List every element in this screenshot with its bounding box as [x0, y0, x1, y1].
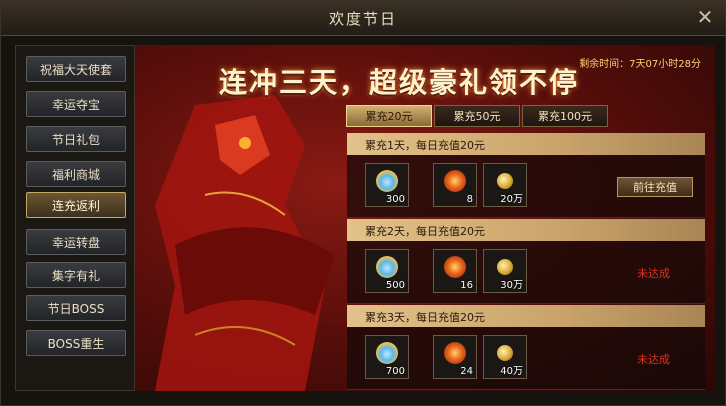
item-count: 700	[385, 366, 405, 377]
hero-illustration	[155, 95, 335, 391]
reward-row-day3: 累充3天，每日充值20元 700 24 40万 未达成	[347, 305, 705, 390]
item-count: 8	[466, 194, 473, 205]
cloud-icon	[376, 256, 398, 278]
sidebar-item-holiday-pack[interactable]: 节日礼包	[26, 126, 126, 152]
item-count: 30万	[500, 280, 523, 291]
cloud-icon	[376, 342, 398, 364]
reward-row-body: 700 24 40万 未达成	[347, 327, 705, 390]
reward-row-header: 累充2天，每日充值20元	[347, 219, 705, 241]
item-count: 40万	[500, 366, 523, 377]
item-count: 20万	[500, 194, 523, 205]
reward-row-body: 300 8 20万 前往充值	[347, 155, 705, 218]
coin-icon	[497, 259, 513, 275]
sidebar-item-holiday-boss[interactable]: 节日BOSS	[26, 295, 126, 321]
leaf-icon	[444, 170, 466, 192]
sidebar-item-lucky-wheel[interactable]: 幸运转盘	[26, 229, 126, 255]
reward-item-slot[interactable]: 24	[433, 335, 477, 379]
reward-item-slot[interactable]: 30万	[483, 249, 527, 293]
main-panel: 剩余时间：7天07小时28分 连冲三天，超级豪礼领不停 累充20元 累充50元 …	[135, 45, 715, 391]
reward-item-slot[interactable]: 40万	[483, 335, 527, 379]
reward-condition: 累充2天，每日充值20元	[365, 225, 485, 238]
item-count: 24	[460, 366, 473, 377]
reward-item-slot[interactable]: 8	[433, 163, 477, 207]
close-icon: ✕	[696, 5, 714, 29]
reward-item-slot[interactable]: 500	[365, 249, 409, 293]
reward-condition: 累充3天，每日充值20元	[365, 311, 485, 324]
item-count: 500	[385, 280, 405, 291]
title-bar: 欢度节日 ✕	[1, 1, 725, 36]
window-title: 欢度节日	[328, 10, 397, 28]
sidebar-item-angel-set[interactable]: 祝福大天使套	[26, 56, 126, 82]
sidebar-item-lucky-treasure[interactable]: 幸运夺宝	[26, 91, 126, 117]
event-banner: 连冲三天，超级豪礼领不停	[219, 66, 580, 99]
festival-window: 欢度节日 ✕ 祝福大天使套 幸运夺宝 节日礼包 福利商城 连充返利 幸运转盘 集…	[0, 0, 726, 406]
leaf-icon	[444, 342, 466, 364]
item-count: 300	[385, 194, 405, 205]
reward-row-header: 累充3天，每日充值20元	[347, 305, 705, 327]
tab-recharge-20[interactable]: 累充20元	[346, 105, 432, 127]
coin-icon	[497, 173, 513, 189]
reward-item-slot[interactable]: 16	[433, 249, 477, 293]
reward-item-slot[interactable]: 700	[365, 335, 409, 379]
reward-row-day2: 累充2天，每日充值20元 500 16 30万 未达成	[347, 219, 705, 304]
countdown-timer: 剩余时间：7天07小时28分	[579, 59, 701, 70]
sidebar-item-collect-words[interactable]: 集字有礼	[26, 262, 126, 288]
reward-condition: 累充1天，每日充值20元	[365, 139, 485, 152]
cloud-icon	[376, 170, 398, 192]
status-not-achieved: 未达成	[637, 353, 670, 366]
coin-icon	[497, 345, 513, 361]
item-count: 16	[460, 280, 473, 291]
sidebar-item-welfare-mall[interactable]: 福利商城	[26, 161, 126, 187]
reward-row-header: 累充1天，每日充值20元	[347, 133, 705, 155]
sidebar-item-boss-respawn[interactable]: BOSS重生	[26, 330, 126, 356]
tab-recharge-50[interactable]: 累充50元	[434, 105, 520, 127]
status-not-achieved: 未达成	[637, 267, 670, 280]
close-button[interactable]: ✕	[693, 5, 717, 29]
reward-row-body: 500 16 30万 未达成	[347, 241, 705, 304]
go-recharge-button[interactable]: 前往充值	[617, 177, 693, 197]
reward-item-slot[interactable]: 300	[365, 163, 409, 207]
leaf-icon	[444, 256, 466, 278]
sidebar-item-recharge-rebate[interactable]: 连充返利	[26, 192, 126, 218]
sidebar: 祝福大天使套 幸运夺宝 节日礼包 福利商城 连充返利 幸运转盘 集字有礼 节日B…	[15, 45, 135, 391]
tab-recharge-100[interactable]: 累充100元	[522, 105, 608, 127]
reward-row-day1: 累充1天，每日充值20元 300 8 20万 前往充值	[347, 133, 705, 218]
reward-item-slot[interactable]: 20万	[483, 163, 527, 207]
